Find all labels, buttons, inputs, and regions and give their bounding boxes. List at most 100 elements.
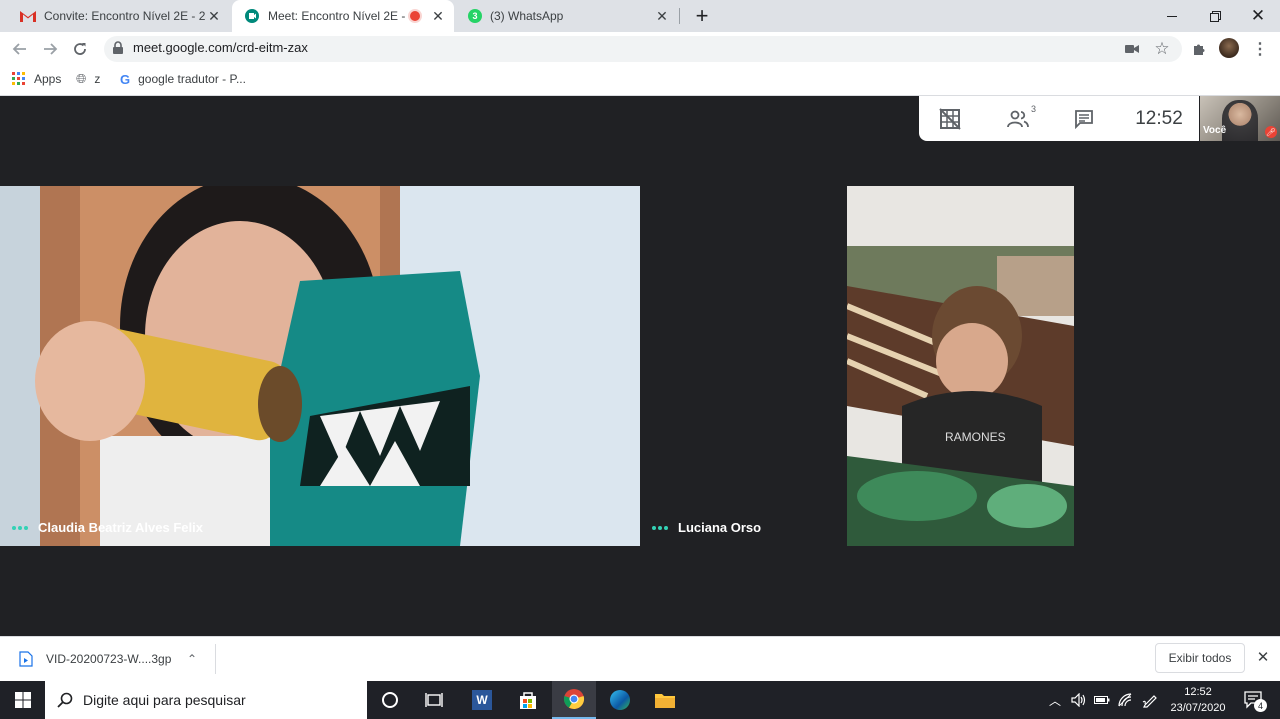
video-file-icon [19, 650, 33, 667]
chevron-up-icon[interactable]: ⌃ [187, 652, 197, 666]
menu-kebab-icon[interactable]: ⋮ [1250, 39, 1270, 59]
mic-off-icon: 🎤︎ [1265, 126, 1277, 138]
bookmark-z[interactable]: 🌐︎ z [76, 70, 100, 88]
show-hidden-icons[interactable]: ︿ [1045, 681, 1065, 719]
google-icon: G [120, 71, 131, 87]
tab-gmail[interactable]: Convite: Encontro Nível 2E - 23/0 ✕ [8, 0, 230, 32]
bookmark-label: z [94, 72, 101, 86]
wifi-icon[interactable] [1115, 681, 1135, 719]
bookmark-apps[interactable]: Apps [12, 70, 61, 88]
download-filename: VID-20200723-W....3gp [46, 651, 172, 666]
globe-icon: 🌐︎ [76, 71, 87, 86]
chrome-icon [563, 689, 585, 709]
participant-name-label: Claudia Beatriz Alves Felix [12, 520, 203, 535]
folder-icon [655, 694, 675, 708]
apps-grid-icon [12, 72, 25, 85]
participant-count: 3 [1030, 104, 1036, 114]
show-all-downloads-button[interactable]: Exibir todos [1155, 643, 1245, 673]
pen-icon[interactable] [1139, 681, 1161, 719]
minimize-button[interactable] [1150, 0, 1194, 32]
reload-icon [74, 43, 86, 55]
lock-icon [112, 41, 124, 60]
chevron-up-icon: ︿ [1048, 693, 1061, 708]
back-button[interactable] [10, 39, 30, 59]
task-view-icon [425, 693, 443, 707]
audio-indicator-icon [652, 525, 668, 530]
participant-tile-luciana[interactable]: RAMONES Luciana Orso [640, 186, 1280, 546]
self-view-video [1222, 100, 1258, 141]
chat-button[interactable] [1072, 107, 1096, 131]
audio-indicator-icon [12, 525, 28, 530]
tab-title: Convite: Encontro Nível 2E - 23/0 [44, 9, 206, 23]
search-icon [57, 692, 73, 708]
download-item[interactable]: VID-20200723-W....3gp ⌃ [0, 637, 215, 680]
back-arrow-icon [12, 43, 26, 55]
new-tab-button[interactable]: + [690, 3, 714, 28]
recording-icon [410, 11, 420, 21]
forward-arrow-icon [44, 43, 58, 55]
participant-name: Claudia Beatriz Alves Felix [38, 520, 203, 535]
forward-button[interactable] [40, 39, 60, 59]
taskbar-file-explorer[interactable] [644, 681, 686, 719]
windows-logo-icon [14, 692, 31, 708]
close-tab-icon[interactable]: ✕ [206, 8, 222, 25]
bookmark-google-tradutor[interactable]: G google tradutor - P... [120, 70, 246, 88]
extensions-icon[interactable] [1189, 39, 1209, 59]
restore-button[interactable] [1193, 0, 1237, 32]
taskbar-clock[interactable]: 12:52 23/07/2020 [1165, 681, 1231, 719]
participant-name: Luciana Orso [678, 520, 762, 535]
close-window-button[interactable]: ✕ [1236, 0, 1280, 32]
url-text[interactable]: meet.google.com/crd-eitm-zax [133, 40, 308, 55]
start-button[interactable] [0, 681, 45, 719]
bookmark-star-icon[interactable]: ☆ [1152, 39, 1172, 59]
clock-date: 23/07/2020 [1170, 702, 1226, 714]
close-icon: ✕ [1250, 6, 1266, 25]
store-icon [520, 692, 536, 709]
taskbar-search-box[interactable]: Digite aqui para pesquisar [45, 681, 367, 719]
tab-meet[interactable]: Meet: Encontro Nível 2E - 23 ✕ [232, 0, 454, 32]
task-view-button[interactable] [414, 681, 454, 719]
taskbar-chrome[interactable] [552, 681, 596, 719]
minimize-icon [1167, 15, 1177, 17]
edge-icon [610, 690, 630, 710]
restore-icon [1209, 10, 1221, 22]
battery-icon[interactable] [1092, 681, 1112, 719]
self-label: Você [1203, 125, 1227, 136]
tab-title: (3) WhatsApp [490, 9, 564, 23]
participant-tile-claudia[interactable]: Claudia Beatriz Alves Felix [0, 186, 640, 546]
people-icon [1007, 110, 1029, 128]
self-view-tile[interactable]: Você 🎤︎ [1200, 96, 1280, 141]
tab-title: Meet: Encontro Nível 2E - 23 [268, 9, 410, 23]
participants-button[interactable]: 3 [1004, 104, 1036, 131]
tab-whatsapp[interactable]: 3 (3) WhatsApp ✕ [456, 0, 678, 32]
participant-video: RAMONES [847, 186, 1074, 546]
bookmark-label: google tradutor - P... [138, 72, 246, 86]
svg-text:RAMONES: RAMONES [945, 430, 1006, 444]
clock-time: 12:52 [1184, 686, 1212, 698]
bookmark-label: Apps [34, 72, 62, 86]
taskbar-edge[interactable] [599, 681, 641, 719]
tiled-layout-button[interactable] [938, 107, 962, 131]
whatsapp-icon: 3 [468, 9, 482, 23]
tab-divider [679, 8, 680, 24]
meet-icon [245, 9, 259, 23]
chat-icon [1075, 110, 1093, 129]
word-icon: W [472, 690, 492, 710]
notification-count: 4 [1254, 699, 1267, 712]
camera-permission-icon[interactable] [1122, 39, 1142, 59]
volume-icon[interactable] [1068, 681, 1090, 719]
action-center-button[interactable]: 4 [1236, 681, 1272, 719]
gmail-icon [20, 11, 36, 22]
close-tab-icon[interactable]: ✕ [430, 8, 446, 25]
participant-video [0, 186, 640, 546]
taskbar-store[interactable] [507, 681, 549, 719]
download-divider [215, 644, 216, 674]
meeting-clock: 12:52 [1135, 108, 1183, 129]
close-tab-icon[interactable]: ✕ [654, 8, 670, 25]
taskbar-word[interactable]: W [461, 681, 503, 719]
profile-avatar[interactable] [1219, 38, 1239, 58]
close-download-shelf-icon[interactable]: ✕ [1254, 648, 1272, 668]
cortana-icon [382, 692, 398, 708]
cortana-button[interactable] [370, 681, 410, 719]
reload-button[interactable] [70, 39, 90, 59]
